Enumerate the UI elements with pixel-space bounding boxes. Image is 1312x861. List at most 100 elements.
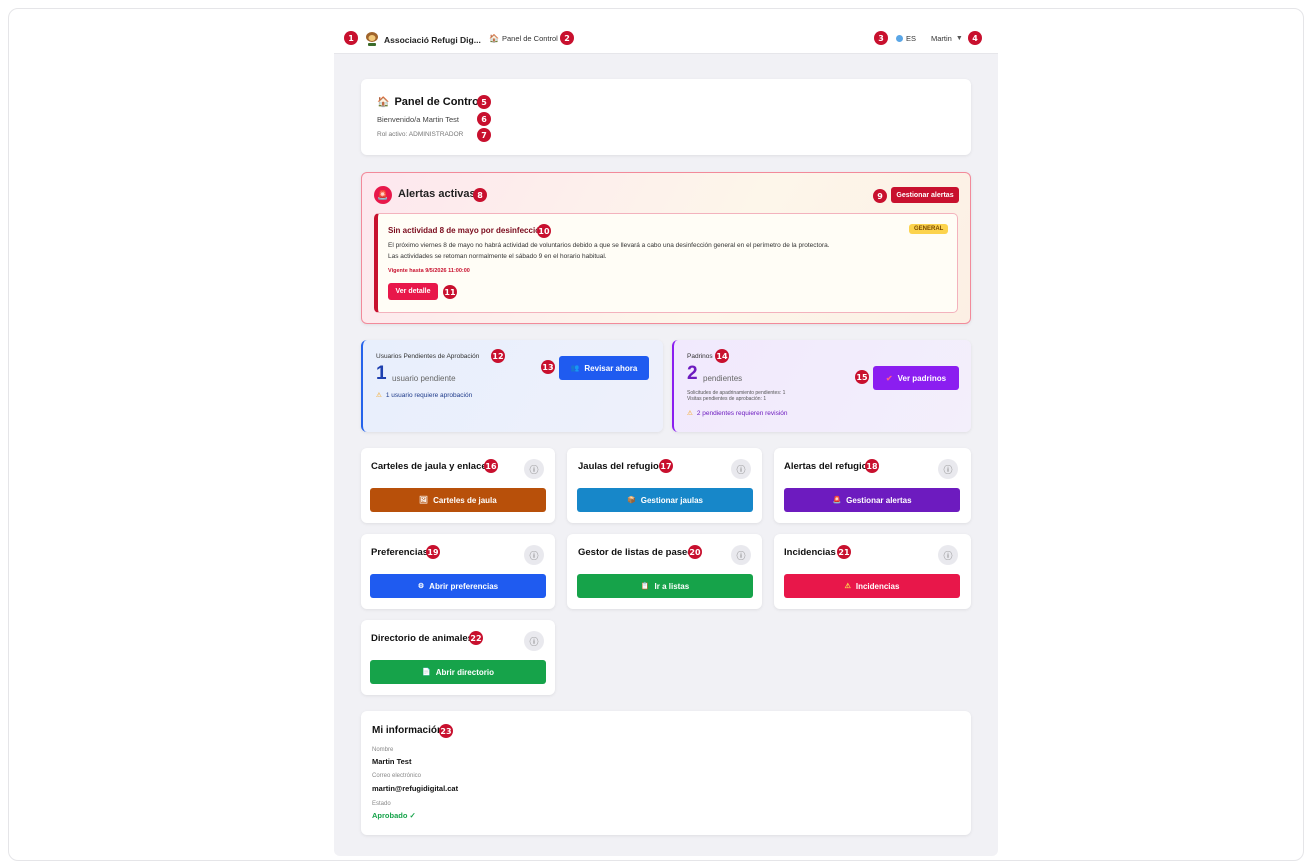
- nav-panel-control[interactable]: 🏠 Panel de Control: [489, 34, 558, 43]
- my-info-title: Mi información: [372, 725, 444, 736]
- warning-icon: ⚠: [687, 410, 693, 417]
- info-icon[interactable]: ⓘ: [524, 459, 544, 479]
- marker-9: 9: [873, 189, 887, 203]
- padrinos-count: 2: [687, 363, 698, 384]
- user-name: Martin: [931, 34, 952, 43]
- shelter-manage-alerts-button[interactable]: 🚨 Gestionar alertas: [784, 488, 960, 512]
- padrinos-note-text: 2 pendientes requieren revisión: [696, 409, 788, 417]
- name-label: Nombre: [372, 747, 394, 753]
- alert-item-title: Sin actividad 8 de mayo por desinfección: [388, 226, 545, 235]
- review-now-button[interactable]: 👥 Revisar ahora: [559, 356, 649, 380]
- manage-cages-button[interactable]: 📦 Gestionar jaulas: [577, 488, 753, 512]
- gear-icon: ⚙: [417, 583, 425, 590]
- tile-animal-directory-title: Directorio de animales: [371, 633, 473, 644]
- tile-animal-directory: Directorio de animales 22 ⓘ 📄 Abrir dire…: [361, 620, 555, 695]
- marker-17: 17: [659, 459, 673, 473]
- view-padrinos-button[interactable]: ✔ Ver padrinos: [873, 366, 959, 390]
- box-icon: 📦: [627, 497, 636, 504]
- house-icon: 🏠: [377, 96, 390, 108]
- dashboard-page: 🏠 Panel de Control 5 Bienvenido/a Martin…: [334, 54, 998, 856]
- alert-body-line1: El próximo viernes 8 de mayo no habrá ac…: [388, 242, 830, 249]
- marker-20: 20: [688, 545, 702, 559]
- tile-incidents: Incidencias 21 ⓘ ⚠ Incidencias: [774, 534, 971, 609]
- open-directory-button[interactable]: 📄 Abrir directorio: [370, 660, 546, 684]
- view-padrinos-label: Ver padrinos: [897, 373, 947, 383]
- marker-13: 13: [541, 360, 555, 374]
- house-icon: 🏠: [489, 34, 499, 43]
- cage-posters-button[interactable]: 🖼 Carteles de jaula: [370, 488, 546, 512]
- tile-cages-title: Jaulas del refugio: [578, 461, 659, 472]
- alerts-title: Alertas activas: [398, 188, 476, 200]
- marker-16: 16: [484, 459, 498, 473]
- document-icon: 📄: [422, 669, 431, 676]
- tile-incidents-title: Incidencias: [784, 547, 836, 558]
- open-directory-label: Abrir directorio: [435, 667, 494, 677]
- warning-icon: ⚠: [376, 392, 382, 399]
- info-icon[interactable]: ⓘ: [938, 545, 958, 565]
- marker-5: 5: [477, 95, 491, 109]
- marker-21: 21: [837, 545, 851, 559]
- cage-posters-label: Carteles de jaula: [433, 495, 497, 505]
- padrinos-unit: pendientes: [703, 374, 743, 383]
- marker-19: 19: [426, 545, 440, 559]
- incidents-button[interactable]: ⚠ Incidencias: [784, 574, 960, 598]
- marker-23: 23: [439, 724, 453, 738]
- manage-alerts-button[interactable]: Gestionar alertas: [891, 187, 959, 203]
- tile-shelter-alerts: Alertas del refugio 18 ⓘ 🚨 Gestionar ale…: [774, 448, 971, 523]
- pending-users-note: ⚠ 1 usuario requiere aprobación: [376, 391, 472, 400]
- marker-10: 10: [537, 224, 551, 238]
- alert-badge: GENERAL: [909, 224, 949, 234]
- role-text: Rol activo: ADMINISTRADOR: [377, 131, 464, 138]
- padrinos-note: ⚠ 2 pendientes requieren revisión: [687, 409, 788, 418]
- status-badge: Aprobado ✓: [372, 811, 416, 820]
- tile-preferences: Preferencias 19 ⓘ ⚙ Abrir preferencias: [361, 534, 555, 609]
- marker-3: 3: [874, 31, 888, 45]
- user-menu[interactable]: Martin ▼: [931, 34, 963, 43]
- pending-users-card: Usuarios Pendientes de Aprobación 12 1 u…: [361, 340, 663, 432]
- pending-users-title: Usuarios Pendientes de Aprobación: [376, 353, 480, 360]
- shelter-manage-alerts-label: Gestionar alertas: [846, 495, 912, 505]
- check-icon: ✔: [885, 373, 893, 383]
- alert-body-line2: Las actividades se retoman normalmente e…: [388, 253, 607, 260]
- info-icon[interactable]: ⓘ: [731, 545, 751, 565]
- email-value: martin@refugidigital.cat: [372, 784, 459, 793]
- marker-6: 6: [477, 112, 491, 126]
- info-icon[interactable]: ⓘ: [938, 459, 958, 479]
- marker-2: 2: [560, 31, 574, 45]
- info-icon[interactable]: ⓘ: [524, 545, 544, 565]
- logo-icon[interactable]: [364, 30, 380, 48]
- marker-18: 18: [865, 459, 879, 473]
- page-title-row: 🏠 Panel de Control: [377, 96, 482, 108]
- marker-1: 1: [344, 31, 358, 45]
- nav-panel-label: Panel de Control: [501, 34, 558, 43]
- open-preferences-label: Abrir preferencias: [429, 581, 499, 591]
- incidents-label: Incidencias: [855, 581, 900, 591]
- siren-icon: 🚨: [374, 186, 392, 204]
- marker-8: 8: [473, 188, 487, 202]
- tile-walk-lists-title: Gestor de listas de paseo: [578, 547, 694, 558]
- padrinos-title: Padrinos: [687, 353, 713, 360]
- pending-users-unit: usuario pendiente: [392, 374, 456, 383]
- my-info-card: Mi información 23 Nombre Martin Test Cor…: [361, 711, 971, 835]
- padrinos-card: Padrinos 14 2 pendientes Solicitudes de …: [672, 340, 971, 432]
- header-card: 🏠 Panel de Control 5 Bienvenido/a Martin…: [361, 79, 971, 155]
- alert-item: Sin actividad 8 de mayo por desinfección…: [374, 213, 958, 313]
- view-detail-button[interactable]: Ver detalle: [388, 283, 438, 300]
- siren-icon: 🚨: [832, 497, 842, 504]
- go-to-lists-button[interactable]: 📋 Ir a listas: [577, 574, 753, 598]
- top-navbar: 1 Associació Refugi Dig... 🏠 Panel de Co…: [334, 26, 998, 54]
- manage-cages-label: Gestionar jaulas: [640, 495, 703, 505]
- tile-cages: Jaulas del refugio 17 ⓘ 📦 Gestionar jaul…: [567, 448, 762, 523]
- language-selector[interactable]: ES: [896, 34, 916, 43]
- marker-15: 15: [855, 370, 869, 384]
- tile-shelter-alerts-title: Alertas del refugio: [784, 461, 868, 472]
- page-title: Panel de Control: [394, 96, 482, 108]
- people-icon: 👥: [570, 365, 580, 372]
- alert-valid-until: Vigente hasta 9/5/2026 11:00:00: [388, 268, 470, 274]
- org-name-link[interactable]: Associació Refugi Dig...: [384, 35, 481, 45]
- clipboard-icon: 📋: [640, 583, 650, 590]
- info-icon[interactable]: ⓘ: [524, 631, 544, 651]
- info-icon[interactable]: ⓘ: [731, 459, 751, 479]
- open-preferences-button[interactable]: ⚙ Abrir preferencias: [370, 574, 546, 598]
- tile-cage-posters: Carteles de jaula y enlaces 16 ⓘ 🖼 Carte…: [361, 448, 555, 523]
